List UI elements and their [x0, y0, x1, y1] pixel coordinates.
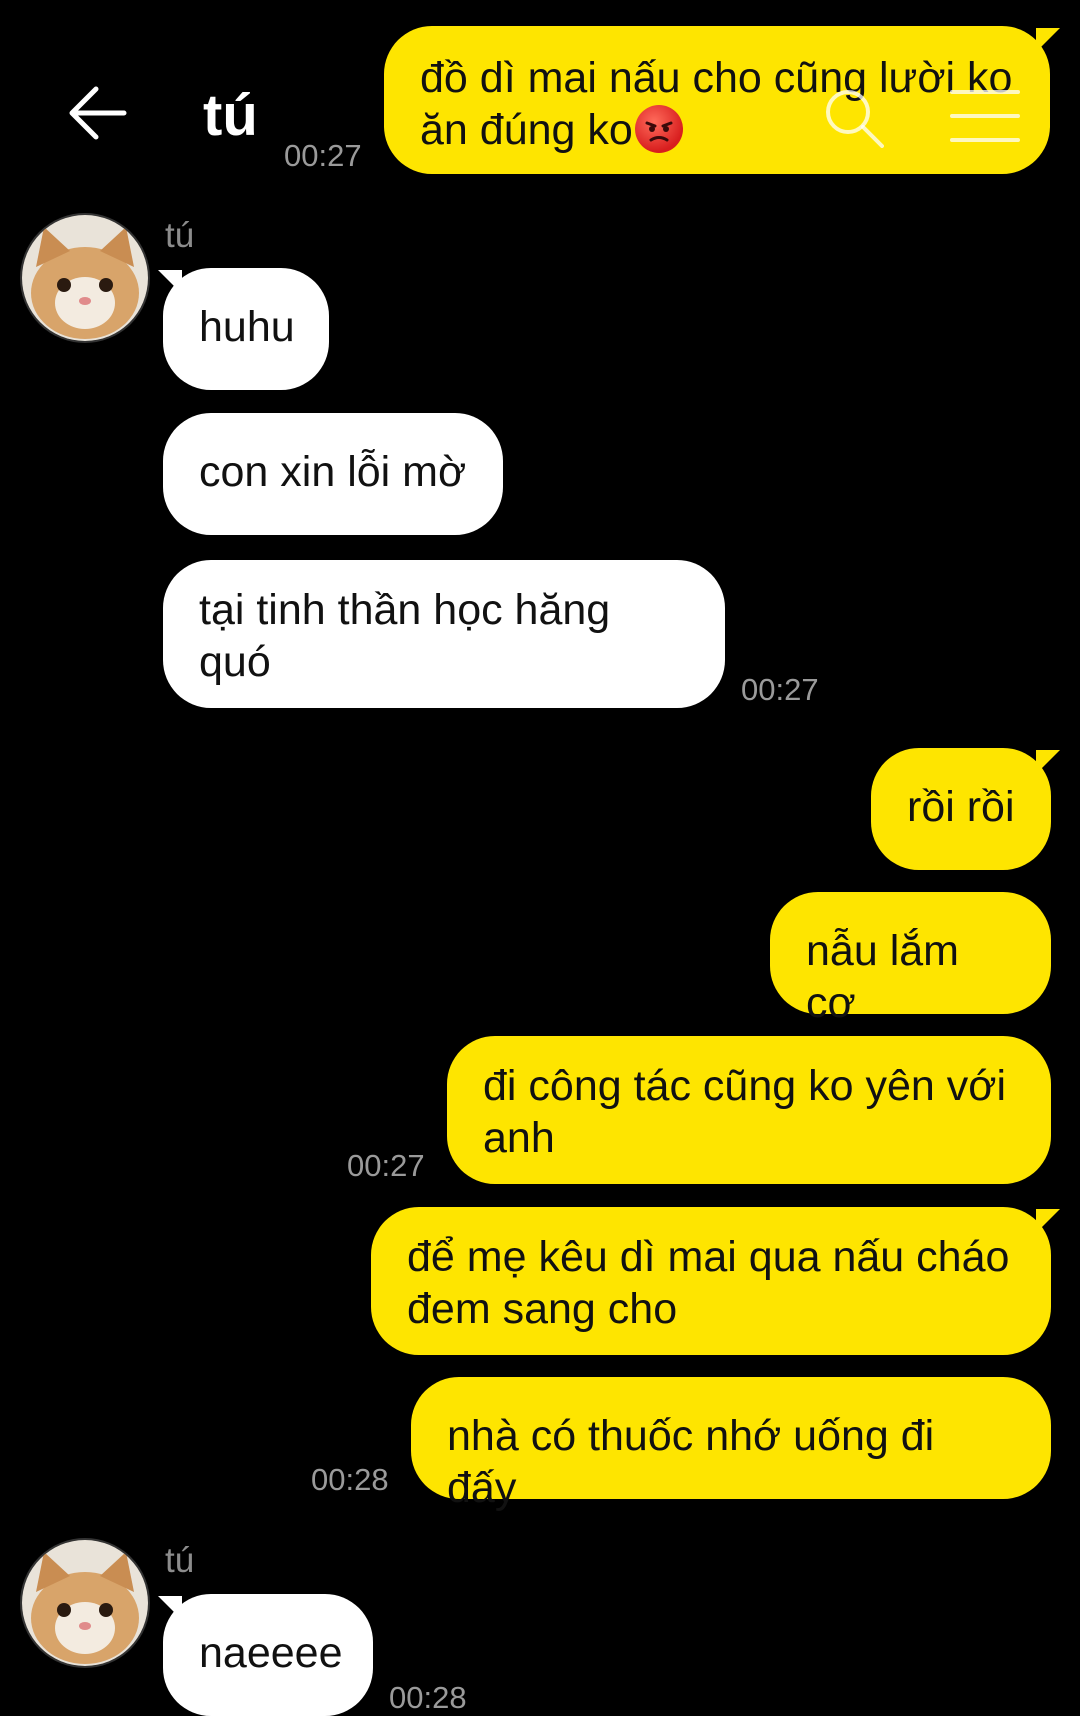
back-button[interactable]: [62, 78, 132, 148]
sender-name: tú: [165, 216, 195, 255]
their-message[interactable]: tại tinh thần học hăng quó: [163, 560, 725, 708]
avatar[interactable]: [20, 213, 150, 343]
their-message[interactable]: con xin lỗi mờ: [163, 413, 503, 535]
my-message[interactable]: để mẹ kêu dì mai qua nấu cháo đem sang c…: [371, 1207, 1051, 1355]
bubble-tail: [1036, 750, 1060, 774]
message-text: huhu: [199, 303, 295, 351]
message-text: ăn đúng ko: [420, 106, 633, 154]
avatar[interactable]: [20, 1538, 150, 1668]
timestamp: 00:28: [311, 1462, 389, 1497]
message-text: con xin lỗi mờ: [199, 448, 467, 496]
their-message[interactable]: huhu: [163, 268, 329, 390]
message-text: đồ dì mai nấu cho cũng lười ko: [420, 54, 1013, 102]
my-message[interactable]: rồi rồi: [871, 748, 1051, 870]
back-arrow-icon: [69, 86, 127, 140]
angry-face-emoji: [634, 105, 683, 153]
message-text: tại tinh thần học hăng: [199, 586, 611, 634]
cat-avatar: [22, 215, 148, 341]
message-text: anh: [483, 1114, 555, 1162]
search-icon: [826, 90, 884, 148]
message-text: quó: [199, 638, 271, 686]
message-text: nẫu lắm cơ: [806, 927, 959, 1027]
page-title: tú: [203, 83, 258, 148]
their-message[interactable]: naeeee: [163, 1594, 373, 1716]
message-text: rồi rồi: [907, 783, 1015, 831]
cat-avatar: [22, 1540, 148, 1666]
message-text: đem sang cho: [407, 1285, 678, 1333]
message-text: để mẹ kêu dì mai qua nấu cháo: [407, 1233, 1010, 1281]
menu-icon: [950, 90, 1020, 142]
message-text: đi công tác cũng ko yên với: [483, 1062, 1006, 1110]
menu-button[interactable]: [950, 88, 1020, 144]
bubble-tail: [158, 270, 182, 294]
bubble-tail: [1036, 28, 1060, 52]
timestamp: 00:27: [741, 672, 819, 707]
message-text: nhà có thuốc nhớ uống đi đấy: [447, 1412, 935, 1512]
bubble-tail: [158, 1596, 182, 1620]
my-message[interactable]: nẫu lắm cơ: [770, 892, 1051, 1027]
search-button[interactable]: [818, 82, 888, 152]
bubble-tail: [1036, 1209, 1060, 1233]
timestamp: 00:27: [347, 1148, 425, 1183]
message-text: naeeee: [199, 1629, 343, 1677]
my-message[interactable]: đi công tác cũng ko yên với anh: [447, 1036, 1051, 1184]
timestamp: 00:27: [284, 138, 362, 173]
sender-name: tú: [165, 1541, 195, 1580]
timestamp: 00:28: [389, 1680, 467, 1715]
my-message[interactable]: nhà có thuốc nhớ uống đi đấy: [411, 1377, 1051, 1512]
